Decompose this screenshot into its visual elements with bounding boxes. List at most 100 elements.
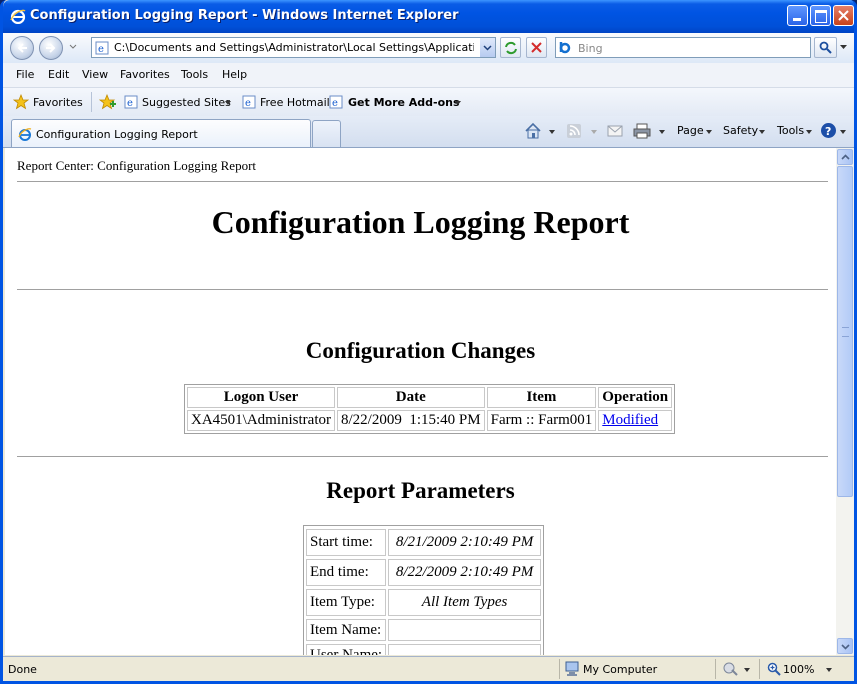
- minimize-button[interactable]: [787, 5, 808, 26]
- ie-page-icon: [18, 128, 32, 141]
- scroll-down-button[interactable]: [837, 638, 853, 654]
- status-divider: [715, 659, 716, 679]
- item-cell: Farm :: Farm001: [486, 410, 597, 431]
- param-label: End time:: [306, 559, 387, 586]
- menu-help[interactable]: Help: [222, 68, 247, 81]
- security-zone: My Computer: [583, 663, 658, 676]
- svg-text:?: ?: [825, 125, 831, 138]
- help-icon[interactable]: ?: [820, 122, 837, 139]
- new-tab-button[interactable]: [312, 120, 341, 147]
- search-options-icon[interactable]: [840, 45, 847, 50]
- thumb-grip: [842, 327, 849, 337]
- modified-link[interactable]: Modified: [602, 412, 658, 428]
- column-header: Logon User: [187, 387, 335, 408]
- title-bar[interactable]: Configuration Logging Report - Windows I…: [3, 0, 854, 33]
- address-toolbar: e C:\Documents and Settings\Administrato…: [3, 33, 854, 63]
- search-button[interactable]: [814, 37, 837, 58]
- free-hotmail-link[interactable]: Free Hotmail: [260, 96, 330, 109]
- search-icon: [819, 41, 832, 54]
- recent-pages-dropdown-icon[interactable]: [69, 44, 77, 50]
- maximize-icon: [815, 10, 827, 23]
- chevron-down-icon[interactable]: [706, 130, 712, 134]
- param-label: Start time:: [306, 529, 387, 556]
- divider: [17, 456, 828, 457]
- status-divider: [559, 659, 560, 679]
- favorites-button[interactable]: Favorites: [33, 96, 83, 109]
- back-arrow-icon: [17, 43, 27, 53]
- page-icon: e: [95, 41, 109, 55]
- get-more-addons-link[interactable]: Get More Add-ons: [348, 96, 460, 109]
- vertical-scrollbar[interactable]: [836, 148, 854, 655]
- menu-edit[interactable]: Edit: [48, 68, 69, 81]
- chevron-down-icon[interactable]: [591, 130, 597, 134]
- maximize-button[interactable]: [810, 5, 831, 26]
- chevron-down-icon[interactable]: [806, 130, 812, 134]
- table-row: XA4501\Administrator 8/22/2009 1:15:40 P…: [187, 410, 673, 431]
- chevron-down-icon[interactable]: [840, 130, 846, 134]
- param-value: All Item Types: [388, 589, 542, 616]
- page-title: Configuration Logging Report: [211, 204, 630, 240]
- stop-button[interactable]: [526, 37, 547, 58]
- param-label: User Name:: [306, 644, 387, 655]
- stop-icon: [531, 42, 542, 53]
- scroll-thumb[interactable]: [837, 166, 853, 497]
- param-value: [388, 644, 542, 655]
- address-bar[interactable]: e C:\Documents and Settings\Administrato…: [91, 37, 496, 58]
- chevron-down-icon[interactable]: [549, 130, 555, 134]
- menu-tools[interactable]: Tools: [181, 68, 208, 81]
- print-icon[interactable]: [633, 123, 651, 139]
- table-row: End time: 8/22/2009 2:10:49 PM: [306, 559, 542, 586]
- zoom-level[interactable]: 100%: [783, 663, 814, 676]
- refresh-button[interactable]: [500, 37, 521, 58]
- page-menu[interactable]: Page: [677, 124, 704, 137]
- svg-text:e: e: [332, 98, 338, 109]
- page-content: Report Center: Configuration Logging Rep…: [5, 148, 836, 655]
- address-dropdown-button[interactable]: [480, 38, 495, 57]
- search-input[interactable]: Bing: [555, 37, 811, 58]
- back-button[interactable]: [10, 36, 34, 60]
- read-mail-icon[interactable]: [607, 124, 623, 138]
- chevron-down-icon[interactable]: [744, 668, 750, 672]
- safety-menu[interactable]: Safety: [723, 124, 758, 137]
- tab-label: Configuration Logging Report: [36, 128, 198, 141]
- home-icon[interactable]: [524, 122, 542, 139]
- menu-file[interactable]: File: [16, 68, 34, 81]
- column-header: Item: [486, 387, 597, 408]
- my-computer-icon: [565, 661, 579, 676]
- tab-configuration-logging-report[interactable]: Configuration Logging Report: [11, 119, 311, 147]
- param-label: Item Type:: [306, 589, 387, 616]
- chevron-down-icon[interactable]: [455, 101, 461, 105]
- status-divider: [759, 659, 760, 679]
- scroll-up-button[interactable]: [837, 149, 853, 165]
- forward-button[interactable]: [39, 36, 63, 60]
- logon-user-cell: XA4501\Administrator: [187, 410, 335, 431]
- tools-menu[interactable]: Tools: [777, 124, 804, 137]
- svg-text:e: e: [127, 98, 133, 109]
- operation-cell: Modified: [598, 410, 673, 431]
- menu-bar: File Edit View Favorites Tools Help: [3, 63, 854, 88]
- suggested-sites-link[interactable]: Suggested Sites: [142, 96, 231, 109]
- svg-text:e: e: [98, 44, 104, 55]
- column-header: Date: [337, 387, 485, 408]
- chevron-down-icon[interactable]: [225, 101, 231, 105]
- parameters-heading: Report Parameters: [326, 478, 515, 503]
- status-bar: Done My Computer 100%: [3, 656, 854, 681]
- protected-mode-icon[interactable]: [723, 662, 739, 676]
- chevron-down-icon[interactable]: [659, 130, 665, 134]
- tab-row: Configuration Logging Report Page Safety…: [3, 116, 854, 148]
- zoom-icon[interactable]: [767, 662, 781, 676]
- favorites-bar: Favorites e Suggested Sites e Free Hotma…: [3, 88, 854, 116]
- close-button[interactable]: [833, 5, 854, 26]
- status-text: Done: [8, 663, 37, 676]
- chevron-down-icon[interactable]: [759, 130, 765, 134]
- chevron-down-icon[interactable]: [826, 668, 832, 672]
- add-to-favorites-icon[interactable]: [99, 94, 117, 110]
- column-header: Operation: [598, 387, 673, 408]
- close-icon: [838, 10, 849, 21]
- breadcrumb: Report Center: Configuration Logging Rep…: [17, 158, 257, 173]
- menu-view[interactable]: View: [82, 68, 108, 81]
- changes-table: Logon User Date Item Operation XA4501\Ad…: [184, 384, 676, 434]
- menu-favorites[interactable]: Favorites: [120, 68, 170, 81]
- feeds-icon[interactable]: [566, 123, 582, 139]
- chevron-up-icon: [841, 154, 850, 160]
